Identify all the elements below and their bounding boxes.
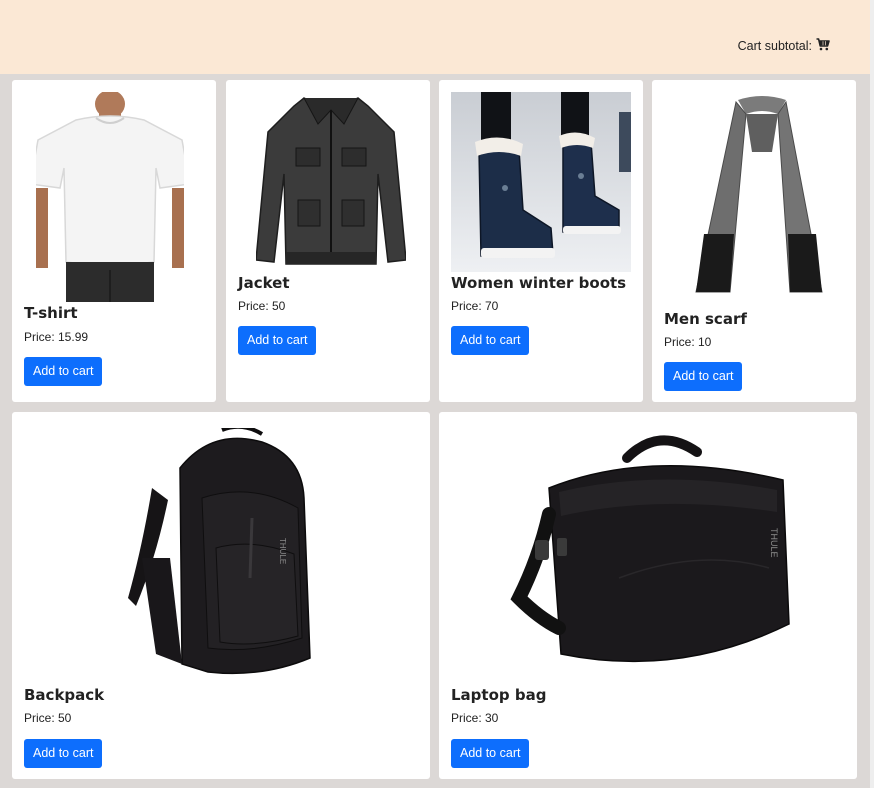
svg-text:THULE: THULE xyxy=(278,538,287,564)
product-card: Men scarf Price: 10 Add to cart xyxy=(652,80,856,402)
winter-boots-image xyxy=(451,92,631,272)
product-price: Price: 30 xyxy=(451,711,499,725)
product-card: Women winter boots Price: 70 Add to cart xyxy=(439,80,643,402)
scarf-image xyxy=(682,92,842,304)
jacket-image xyxy=(256,92,406,272)
scrollbar-track[interactable] xyxy=(870,0,874,788)
header-bar: Cart subtotal: xyxy=(0,0,870,74)
product-card: Jacket Price: 50 Add to cart xyxy=(226,80,430,402)
product-title: Backpack xyxy=(24,686,105,704)
add-to-cart-button[interactable]: Add to cart xyxy=(451,739,530,768)
add-to-cart-button[interactable]: Add to cart xyxy=(238,326,317,355)
product-title: Women winter boots xyxy=(451,274,627,292)
product-card: T-shirt Price: 15.99 Add to cart xyxy=(12,80,216,402)
product-title: Men scarf xyxy=(664,310,747,328)
product-card: THULE Laptop bag Price: 30 Add to cart xyxy=(439,412,857,779)
product-price: Price: 15.99 xyxy=(24,330,89,344)
product-price: Price: 50 xyxy=(238,299,286,313)
add-to-cart-button[interactable]: Add to cart xyxy=(24,739,103,768)
svg-text:THULE: THULE xyxy=(769,528,779,558)
shopping-cart-icon[interactable] xyxy=(816,38,830,54)
add-to-cart-button[interactable]: Add to cart xyxy=(24,357,103,386)
add-to-cart-button[interactable]: Add to cart xyxy=(664,362,743,391)
cart-subtotal[interactable]: Cart subtotal: xyxy=(738,38,830,54)
backpack-image: THULE xyxy=(112,428,332,676)
cart-subtotal-label: Cart subtotal: xyxy=(737,39,812,53)
product-price: Price: 50 xyxy=(24,711,72,725)
product-price: Price: 10 xyxy=(664,335,712,349)
product-title: Laptop bag xyxy=(451,686,547,704)
product-price: Price: 70 xyxy=(451,299,499,313)
add-to-cart-button[interactable]: Add to cart xyxy=(451,326,530,355)
product-card: THULE Backpack Price: 50 Add to cart xyxy=(12,412,430,779)
laptop-bag-image: THULE xyxy=(499,428,799,676)
product-title: T-shirt xyxy=(24,304,78,322)
t-shirt-image xyxy=(36,92,184,302)
product-title: Jacket xyxy=(238,274,290,292)
